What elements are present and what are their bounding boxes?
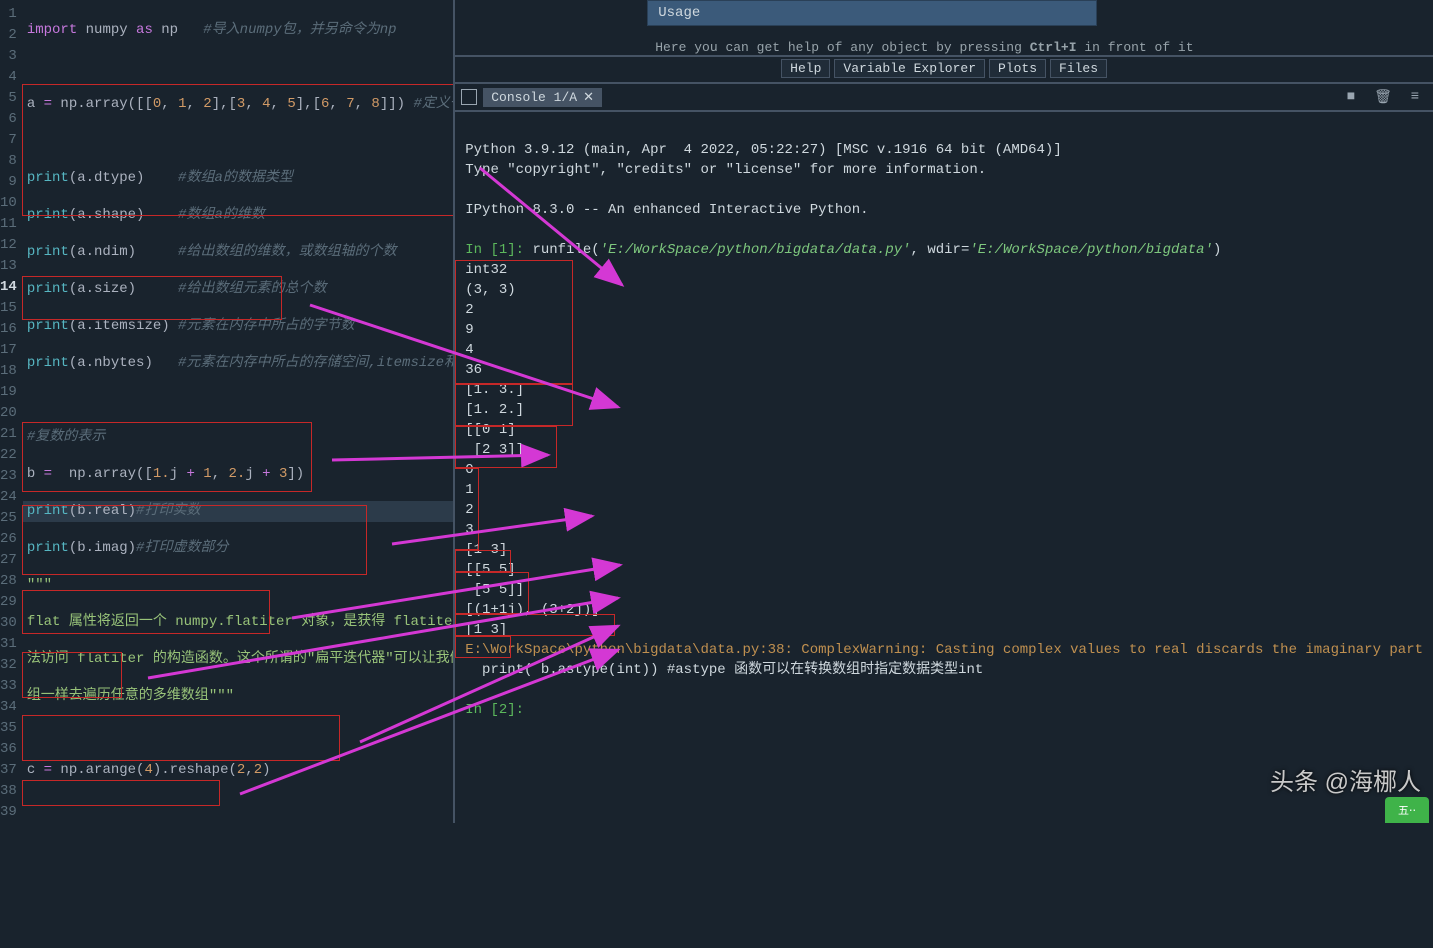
console-prompt: In [1]:: [465, 242, 532, 258]
console-text: IPython 8.3.0 -- An enhanced Interactive…: [465, 202, 868, 218]
line-number-gutter: 1234567891011121314151617181920212223242…: [0, 0, 23, 823]
new-console-icon[interactable]: [461, 89, 477, 105]
tab-help[interactable]: Help: [781, 59, 830, 78]
console-prompt[interactable]: In [2]:: [465, 702, 532, 718]
console-tab[interactable]: Console 1/A ✕: [483, 88, 602, 107]
console-tab-label: Console 1/A: [491, 90, 577, 105]
tab-plots[interactable]: Plots: [989, 59, 1046, 78]
console-text: Python 3.9.12 (main, Apr 4 2022, 05:22:2…: [465, 142, 1062, 158]
tab-variable-explorer[interactable]: Variable Explorer: [834, 59, 985, 78]
close-icon[interactable]: ✕: [583, 90, 594, 105]
watermark-badge: 五⋅⋅: [1385, 797, 1429, 823]
console-text: Type "copyright", "credits" or "license"…: [465, 162, 986, 178]
help-panel: Usage Here you can get help of any objec…: [455, 0, 1433, 57]
trash-icon[interactable]: 🗑: [1375, 89, 1391, 105]
usage-header: Usage: [647, 0, 1097, 26]
code-area[interactable]: import numpy as np #导入numpy包，并另命令为np a =…: [23, 0, 455, 823]
pane-tabs: Help Variable Explorer Plots Files: [455, 57, 1433, 84]
console-tabstrip: Console 1/A ✕ ■ 🗑 ≡: [455, 84, 1433, 112]
stop-icon[interactable]: ■: [1343, 89, 1359, 105]
tab-files[interactable]: Files: [1050, 59, 1107, 78]
help-hint: Here you can get help of any object by p…: [655, 40, 1433, 55]
menu-icon[interactable]: ≡: [1407, 89, 1423, 105]
watermark-text: 头条 @海梛人: [1270, 762, 1421, 797]
code-editor[interactable]: 1234567891011121314151617181920212223242…: [0, 0, 455, 823]
